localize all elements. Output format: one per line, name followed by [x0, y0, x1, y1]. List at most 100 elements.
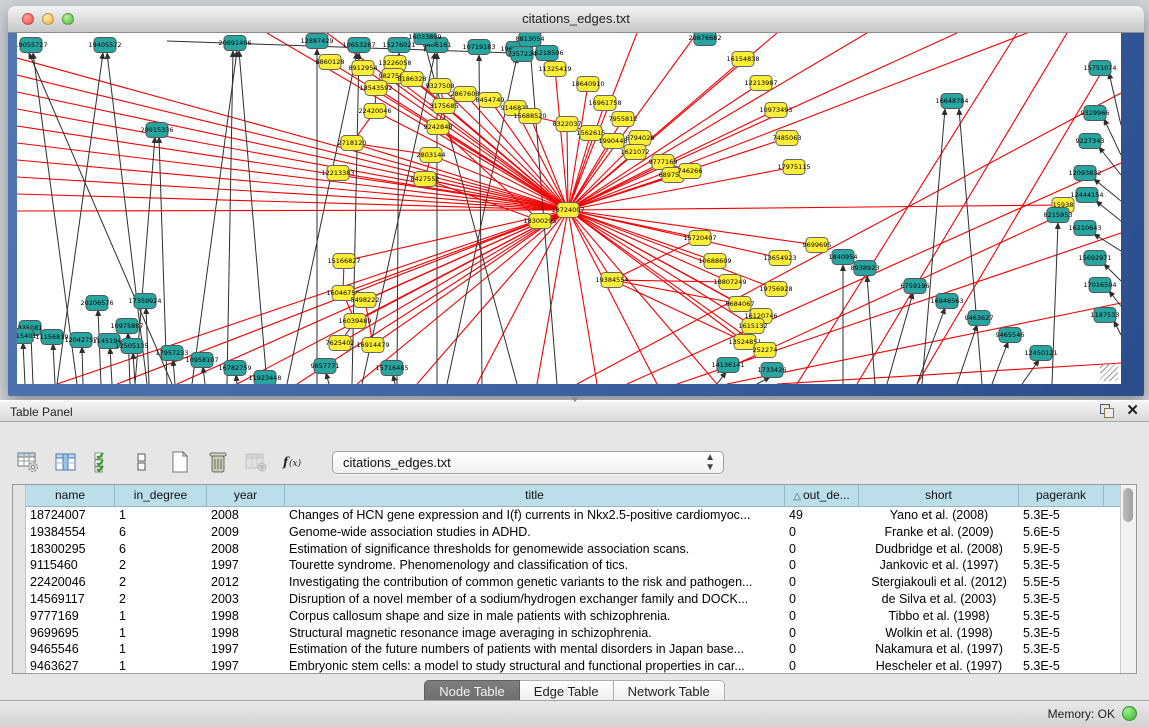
network-edge[interactable] — [917, 308, 945, 384]
cell-in_degree[interactable]: 1 — [115, 507, 207, 524]
network-node[interactable]: 16914479 — [356, 338, 389, 353]
cell-year[interactable]: 2003 — [207, 591, 285, 608]
network-node[interactable]: 9329966 — [1081, 106, 1110, 121]
network-node[interactable]: 8912954 — [349, 61, 378, 76]
network-node[interactable]: 9857771 — [311, 359, 340, 374]
cell-year[interactable]: 1997 — [207, 641, 285, 658]
network-node[interactable]: 12093832 — [1068, 166, 1101, 181]
network-node[interactable]: 2718120 — [338, 136, 367, 151]
network-edge[interactable] — [568, 205, 1063, 210]
network-node[interactable]: 10688609 — [698, 254, 731, 269]
cell-title[interactable]: Changes of HCN gene expression and I(f) … — [285, 507, 785, 524]
table-row[interactable]: 2242004622012Investigating the contribut… — [26, 574, 1120, 591]
show-columns-icon[interactable] — [52, 449, 80, 475]
cell-year[interactable]: 2008 — [207, 507, 285, 524]
cell-name[interactable]: 9115460 — [26, 557, 115, 574]
network-node[interactable]: 15692971 — [1078, 251, 1111, 266]
cell-pagerank[interactable]: 5.3E-5 — [1019, 641, 1104, 658]
cell-short[interactable]: Hescheler et al. (1997) — [859, 658, 1019, 673]
close-panel-icon[interactable]: ✕ — [1126, 404, 1139, 418]
cell-pagerank[interactable]: 5.9E-5 — [1019, 541, 1104, 558]
network-node[interactable]: 9227343 — [1076, 134, 1105, 149]
table-selector-dropdown[interactable]: citations_edges.txt ▲▼ — [332, 451, 724, 474]
network-node[interactable]: 10958107 — [185, 353, 218, 368]
float-panel-icon[interactable] — [1100, 404, 1114, 418]
network-node[interactable]: 9465546 — [996, 328, 1025, 343]
cell-pagerank[interactable]: 5.3E-5 — [1019, 658, 1104, 673]
splitter-notch-icon[interactable] — [571, 397, 579, 402]
network-edge[interactable] — [173, 360, 175, 384]
network-node[interactable]: 11325419 — [538, 62, 571, 77]
table-row[interactable]: 946554611997Estimation of the future num… — [26, 641, 1120, 658]
cell-year[interactable]: 2009 — [207, 524, 285, 541]
cell-short[interactable]: Tibbo et al. (1998) — [859, 608, 1019, 625]
network-edge[interactable] — [236, 375, 237, 384]
function-builder-icon[interactable]: f(x) — [280, 449, 308, 475]
network-edge[interactable] — [537, 210, 568, 384]
network-node[interactable]: 19055727 — [17, 38, 48, 53]
network-node[interactable]: 8860128 — [316, 55, 345, 70]
network-edge[interactable] — [957, 325, 977, 384]
cell-year[interactable]: 1997 — [207, 658, 285, 673]
network-node[interactable]: 3175685 — [430, 99, 459, 114]
network-node[interactable]: 8938923 — [851, 261, 880, 276]
network-node[interactable]: 16154838 — [726, 52, 759, 67]
table-row[interactable]: 977716911998Corpus callosum shape and si… — [26, 608, 1120, 625]
column-header-pagerank[interactable]: pagerank — [1019, 485, 1104, 506]
cell-pagerank[interactable]: 5.5E-5 — [1019, 574, 1104, 591]
cell-in_degree[interactable]: 6 — [115, 524, 207, 541]
network-node[interactable]: 7625402 — [326, 336, 355, 351]
network-node[interactable]: 1990448 — [599, 134, 628, 149]
network-edge[interactable] — [326, 373, 329, 384]
cell-short[interactable]: de Silva et al. (2003) — [859, 591, 1019, 608]
network-node[interactable]: 7485063 — [773, 131, 802, 146]
cell-out_de[interactable]: 0 — [785, 557, 859, 574]
network-edge[interactable] — [717, 372, 726, 384]
column-header-out_de[interactable]: △out_de... — [785, 485, 859, 506]
cell-out_de[interactable]: 49 — [785, 507, 859, 524]
table-row[interactable]: 1872400712008Changes of HCN gene express… — [26, 507, 1120, 524]
network-node[interactable]: 22420046 — [358, 104, 391, 119]
cell-pagerank[interactable]: 5.3E-5 — [1019, 507, 1104, 524]
network-node[interactable]: 9699695 — [803, 238, 832, 253]
cell-year[interactable]: 1997 — [207, 557, 285, 574]
network-edge[interactable] — [357, 210, 568, 384]
cell-name[interactable]: 9699695 — [26, 625, 115, 642]
network-node[interactable]: 7955812 — [609, 112, 638, 127]
cell-pagerank[interactable]: 5.3E-5 — [1019, 608, 1104, 625]
column-header-title[interactable]: title — [285, 485, 785, 506]
cell-name[interactable]: 19384554 — [26, 524, 115, 541]
network-node[interactable]: 20876682 — [688, 33, 721, 46]
network-node[interactable]: 746266 — [678, 164, 703, 179]
table-row[interactable]: 969969511998Structural magnetic resonanc… — [26, 625, 1120, 642]
network-node[interactable]: 252274 — [753, 343, 778, 358]
cell-title[interactable]: Tourette syndrome. Phenomenology and cla… — [285, 557, 785, 574]
cell-pagerank[interactable]: 5.6E-5 — [1019, 524, 1104, 541]
table-row[interactable]: 1938455462009Genome-wide association stu… — [26, 524, 1120, 541]
table-row[interactable]: 1456911722003Disruption of a novel membe… — [26, 591, 1120, 608]
cell-out_de[interactable]: 0 — [785, 608, 859, 625]
network-edge[interactable] — [577, 93, 1121, 384]
network-node[interactable]: 10653287 — [342, 38, 375, 53]
network-graph[interactable]: 1872400718300295886012889129541322605898… — [17, 33, 1121, 384]
cell-title[interactable]: Disruption of a novel member of a sodium… — [285, 591, 785, 608]
cell-name[interactable]: 22420046 — [26, 574, 115, 591]
network-edge[interactable] — [23, 343, 25, 384]
network-edge[interactable] — [777, 363, 1121, 384]
cell-out_de[interactable]: 0 — [785, 658, 859, 673]
network-node[interactable]: 16210643 — [1068, 221, 1101, 236]
network-node[interactable]: 1733426 — [758, 363, 787, 378]
network-edge[interactable] — [612, 238, 700, 280]
cell-short[interactable]: Nakamura et al. (1997) — [859, 641, 1019, 658]
table-scrollbar[interactable] — [1120, 485, 1136, 673]
cell-out_de[interactable]: 0 — [785, 625, 859, 642]
cell-out_de[interactable]: 0 — [785, 574, 859, 591]
network-node[interactable]: 20206576 — [80, 296, 113, 311]
cell-out_de[interactable]: 0 — [785, 524, 859, 541]
column-header-short[interactable]: short — [859, 485, 1019, 506]
row-options-icon[interactable] — [128, 449, 156, 475]
network-node[interactable]: 15166827 — [327, 254, 360, 269]
network-edge[interactable] — [239, 51, 267, 384]
network-edge[interactable] — [17, 109, 568, 210]
network-node[interactable]: 18640910 — [571, 77, 604, 92]
